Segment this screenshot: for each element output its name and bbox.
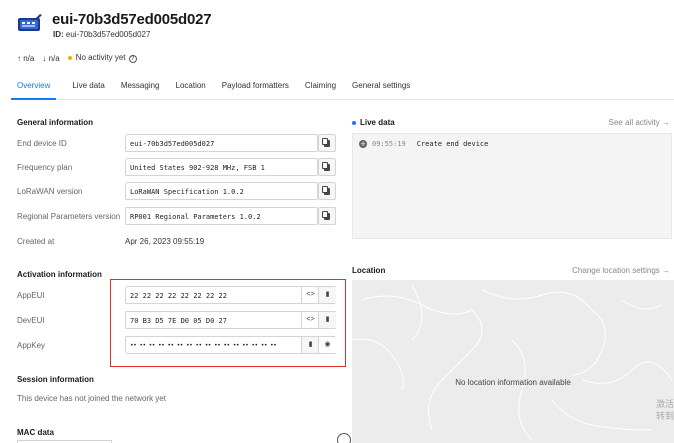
live-data-entry[interactable]: + 09:55:19 Create end device <box>359 140 488 148</box>
copy-icon: ▮ <box>308 341 313 348</box>
activity-text: No activity yet <box>75 53 126 62</box>
lorawan-version-field[interactable]: LoRaWAN Specification 1.0.2 <box>125 182 318 200</box>
copy-icon <box>322 162 330 171</box>
tab-general-settings[interactable]: General settings <box>352 72 410 100</box>
device-title: eui-70b3d57ed005d027 <box>52 11 212 28</box>
mac-data-title: MAC data <box>17 428 54 437</box>
copy-icon <box>322 211 330 220</box>
activation-watermark: 激活 转到 <box>656 398 674 422</box>
created-at-label: Created at <box>17 237 55 246</box>
live-indicator-icon <box>352 120 356 125</box>
see-all-activity-link[interactable]: See all activity → <box>609 118 670 127</box>
device-stats: ↑ n/a ↓ n/a No activity yet? <box>17 53 137 63</box>
change-location-link[interactable]: Change location settings → <box>572 266 670 275</box>
eye-icon: ◉ <box>324 341 331 348</box>
regional-params-field[interactable]: RP001 Regional Parameters 1.0.2 <box>125 207 318 225</box>
copy-icon: ▮ <box>325 316 330 323</box>
frequency-plan-field[interactable]: United States 902-928 MHz, FSB 1 <box>125 158 318 176</box>
tab-payload-formatters[interactable]: Payload formatters <box>222 72 289 100</box>
frequency-plan-label: Frequency plan <box>17 163 73 172</box>
app-key-field[interactable]: •• •• •• •• •• •• •• •• •• •• •• •• •• •… <box>125 336 336 354</box>
copy-icon: ▮ <box>325 291 330 298</box>
tab-location[interactable]: Location <box>176 72 206 100</box>
watermark-line-2: 转到 <box>655 411 674 421</box>
help-icon[interactable]: ? <box>128 55 137 63</box>
activation-info-title: Activation information <box>17 270 102 279</box>
app-key-label: AppKey <box>17 341 46 350</box>
downlink-stat: ↓ n/a <box>42 54 59 63</box>
copy-app-key-button[interactable]: ▮ <box>301 337 319 353</box>
device-id: ID: eui-70b3d57ed005d027 <box>53 30 150 39</box>
copy-dev-eui-button[interactable]: ▮ <box>318 312 336 328</box>
dev-eui-field[interactable]: 70 B3 D5 7E D0 05 D0 27 <> ▮ <box>125 311 336 329</box>
tab-messaging[interactable]: Messaging <box>121 72 160 100</box>
tab-claiming[interactable]: Claiming <box>305 72 336 100</box>
session-info-title: Session information <box>17 375 94 384</box>
tab-bar: Overview Live data Messaging Location Pa… <box>11 72 674 100</box>
world-map-outline <box>352 284 673 441</box>
copy-end-device-id-button[interactable] <box>318 134 336 152</box>
location-map[interactable]: No location information available 激活 转到 <box>352 280 674 443</box>
watermark-line-1: 激活 <box>655 399 674 409</box>
show-app-key-button[interactable]: ◉ <box>318 337 336 353</box>
event-time: 09:55:19 <box>372 140 406 148</box>
live-data-panel: + 09:55:19 Create end device <box>352 133 672 239</box>
end-device-id-label: End device ID <box>17 139 67 148</box>
copy-app-eui-button[interactable]: ▮ <box>318 287 336 303</box>
event-name: Create end device <box>416 140 489 148</box>
copy-lorawan-version-button[interactable] <box>318 182 336 200</box>
uplink-stat: ↑ n/a <box>17 54 34 63</box>
arrow-up-icon: ↑ <box>17 53 21 63</box>
create-event-icon: + <box>359 140 367 148</box>
copy-frequency-plan-button[interactable] <box>318 158 336 176</box>
session-status-text: This device has not joined the network y… <box>17 394 166 403</box>
no-location-message: No location information available <box>455 378 571 387</box>
tab-overview[interactable]: Overview <box>11 72 57 100</box>
live-data-title: Live data <box>352 118 395 127</box>
copy-icon <box>322 138 330 147</box>
device-icon <box>18 14 42 31</box>
arrow-down-icon: ↓ <box>42 53 47 63</box>
uplink-count: n/a <box>23 53 35 63</box>
regional-params-label: Regional Parameters version <box>17 212 121 221</box>
location-title: Location <box>352 266 386 275</box>
activity-status: No activity yet? <box>67 53 137 63</box>
copy-regional-params-button[interactable] <box>318 207 336 225</box>
byte-order-toggle-button[interactable]: <> <box>301 312 319 328</box>
byte-order-toggle-button[interactable]: <> <box>301 287 319 303</box>
created-at-value: Apr 26, 2023 09:55:19 <box>125 237 205 246</box>
app-eui-field[interactable]: 22 22 22 22 22 22 22 22 <> ▮ <box>125 286 336 304</box>
general-info-title: General information <box>17 118 94 127</box>
status-dot-icon <box>67 56 72 60</box>
dev-eui-label: DevEUI <box>17 316 45 325</box>
app-eui-label: AppEUI <box>17 291 45 300</box>
live-data-label: Live data <box>360 118 395 127</box>
device-id-label: ID: <box>53 30 64 39</box>
code-icon: <> <box>306 316 315 323</box>
app-eui-value: 22 22 22 22 22 22 22 22 <box>130 292 227 300</box>
scroll-top-button[interactable] <box>337 433 351 443</box>
lorawan-version-label: LoRaWAN version <box>17 187 83 196</box>
app-key-value: •• •• •• •• •• •• •• •• •• •• •• •• •• •… <box>130 342 277 349</box>
tab-live-data[interactable]: Live data <box>72 72 104 100</box>
downlink-count: n/a <box>48 53 60 63</box>
end-device-id-field[interactable]: eui-70b3d57ed005d027 <box>125 134 318 152</box>
code-icon: <> <box>306 291 315 298</box>
dev-eui-value: 70 B3 D5 7E D0 05 D0 27 <box>130 317 227 325</box>
copy-icon <box>322 186 330 195</box>
device-id-value: eui-70b3d57ed005d027 <box>65 30 151 39</box>
